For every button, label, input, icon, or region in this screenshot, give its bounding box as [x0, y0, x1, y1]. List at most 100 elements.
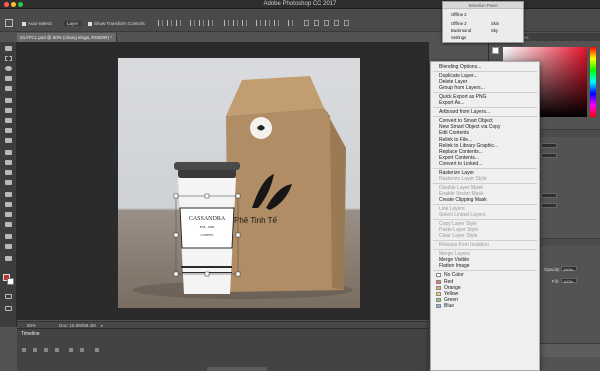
shape-tool-icon[interactable]: [5, 222, 12, 227]
quick-mask-icon[interactable]: [5, 294, 12, 299]
property-field-2[interactable]: [541, 153, 557, 158]
prev-frame-icon[interactable]: [33, 348, 37, 352]
3d-scale-icon[interactable]: [344, 20, 349, 26]
eraser-tool-icon[interactable]: [5, 150, 12, 155]
play-icon[interactable]: [44, 348, 48, 352]
3d-roll-icon[interactable]: [314, 20, 319, 26]
align-vcenter-icon[interactable]: [167, 20, 172, 26]
menu-separator: [433, 240, 537, 242]
popup-row-label[interactable]: Offline 2: [451, 21, 467, 26]
menu-item[interactable]: Export As...: [439, 100, 465, 106]
dodge-tool-icon[interactable]: [5, 180, 12, 185]
checkbox-icon: [88, 21, 92, 26]
zoom-tool-icon[interactable]: [5, 244, 12, 249]
align-hcenter-icon[interactable]: [199, 20, 204, 26]
align-right-icon[interactable]: [208, 20, 213, 26]
document-tab[interactable]: OLYFCL.psd @ 50% (chang eloga, RGB/8#) *: [17, 33, 117, 42]
menu-separator: [433, 116, 537, 118]
more-tools-icon[interactable]: [5, 256, 12, 261]
menu-item[interactable]: Artboard from Layers...: [439, 109, 490, 115]
3d-mode-icon[interactable]: [304, 20, 309, 26]
document-tab-label: OLYFCL.psd @ 50% (chang eloga, RGB/8#) *: [20, 35, 113, 40]
popup-row-label[interactable]: Backround: [451, 28, 471, 33]
popup-row-label[interactable]: Settings: [451, 35, 466, 40]
3d-drag-icon[interactable]: [324, 20, 329, 26]
eyedropper-tool-icon[interactable]: [5, 98, 12, 103]
menu-separator: [433, 249, 537, 251]
distribute-left-icon[interactable]: [256, 20, 261, 26]
label-color-swatch-icon: [436, 291, 441, 296]
hue-slider[interactable]: [590, 47, 596, 117]
menu-item[interactable]: Flatten Image: [439, 263, 470, 269]
gradient-tool-icon[interactable]: [5, 160, 12, 165]
quick-select-tool-icon[interactable]: [5, 76, 12, 81]
cup-brand-text: CASSANDRA: [189, 216, 226, 222]
align-top-icon[interactable]: [158, 20, 163, 26]
canvas-workspace[interactable]: Phê Tinh Tế CASSANDRA EST. 1984 COFFEE: [17, 42, 429, 320]
label-color-swatch-icon: [436, 285, 441, 290]
settings-icon[interactable]: [80, 348, 84, 352]
hand-tool-icon[interactable]: [5, 234, 12, 239]
path-select-tool-icon[interactable]: [5, 212, 12, 217]
auto-select-checkbox[interactable]: Auto-Select:: [22, 21, 53, 26]
menu-item[interactable]: Blue: [444, 303, 454, 309]
menu-separator: [433, 167, 537, 169]
marquee-tool-icon[interactable]: [5, 56, 12, 61]
next-frame-icon[interactable]: [55, 348, 59, 352]
distribute-top-icon[interactable]: [224, 20, 229, 26]
split-icon[interactable]: [95, 348, 99, 352]
distribute-hcenter-icon[interactable]: [265, 20, 270, 26]
popup-title: Selection Panel: [443, 2, 523, 9]
transform-controls-checkbox[interactable]: Show Transform Controls: [88, 21, 145, 26]
fill-field[interactable]: 100%: [561, 278, 577, 284]
menu-item: Rasterize Layer Style: [439, 175, 487, 182]
create-timeline-button[interactable]: [207, 367, 267, 371]
menu-item: Select Linked Layers: [439, 212, 486, 219]
history-brush-tool-icon[interactable]: [5, 138, 12, 143]
menu-item[interactable]: Convert to Linked...: [439, 161, 482, 167]
menu-separator: [433, 71, 537, 73]
document-canvas[interactable]: Phê Tinh Tế CASSANDRA EST. 1984 COFFEE: [118, 58, 360, 308]
clone-stamp-tool-icon[interactable]: [5, 128, 12, 133]
cup-tag-text: COFFEE: [200, 233, 213, 237]
property-field-4[interactable]: [541, 203, 557, 208]
property-field-3[interactable]: [541, 193, 557, 198]
brush-tool-icon[interactable]: [5, 118, 12, 123]
popup-row-label[interactable]: Offline 2: [451, 12, 467, 17]
label-color-swatch-icon: [436, 297, 441, 302]
audio-icon[interactable]: [69, 348, 73, 352]
color-swatch-icon[interactable]: [492, 47, 499, 54]
auto-select-target-dropdown[interactable]: Layer: [64, 21, 82, 26]
first-frame-icon[interactable]: [22, 348, 26, 352]
menu-separator: [433, 107, 537, 109]
move-tool-icon[interactable]: [5, 46, 12, 51]
product-mockup-image: Phê Tinh Tế CASSANDRA EST. 1984 COFFEE: [133, 76, 353, 299]
background-color-icon[interactable]: [7, 278, 14, 285]
property-field-1[interactable]: [541, 143, 557, 148]
lasso-tool-icon[interactable]: [5, 66, 12, 71]
auto-align-icon[interactable]: [288, 20, 293, 26]
healing-brush-tool-icon[interactable]: [5, 108, 12, 113]
menu-separator: [433, 92, 537, 94]
cup-sub-text: EST. 1984: [200, 225, 215, 229]
opacity-field[interactable]: 100%: [561, 266, 577, 272]
menu-item[interactable]: Create Clipping Mask: [439, 197, 487, 203]
type-tool-icon[interactable]: [5, 202, 12, 207]
popup-row-value: Sky: [491, 28, 498, 33]
pen-tool-icon[interactable]: [5, 192, 12, 197]
label-color-swatch-icon: [436, 279, 441, 284]
blur-tool-icon[interactable]: [5, 170, 12, 175]
distribute-bottom-icon[interactable]: [242, 20, 247, 26]
menu-item[interactable]: Blending Options...: [439, 64, 481, 70]
distribute-right-icon[interactable]: [274, 20, 279, 26]
crop-tool-icon[interactable]: [5, 86, 12, 91]
screen-mode-icon[interactable]: [5, 306, 12, 311]
menu-item[interactable]: Group from Layers...: [439, 85, 485, 91]
fill-label: Fill:: [552, 279, 559, 284]
3d-slide-icon[interactable]: [334, 20, 339, 26]
align-left-icon[interactable]: [190, 20, 195, 26]
selection-popup: Selection Panel Offline 2 Offline 2 Skin…: [442, 1, 524, 43]
align-bottom-icon[interactable]: [176, 20, 181, 26]
move-tool-icon[interactable]: [5, 19, 13, 27]
distribute-vcenter-icon[interactable]: [233, 20, 238, 26]
